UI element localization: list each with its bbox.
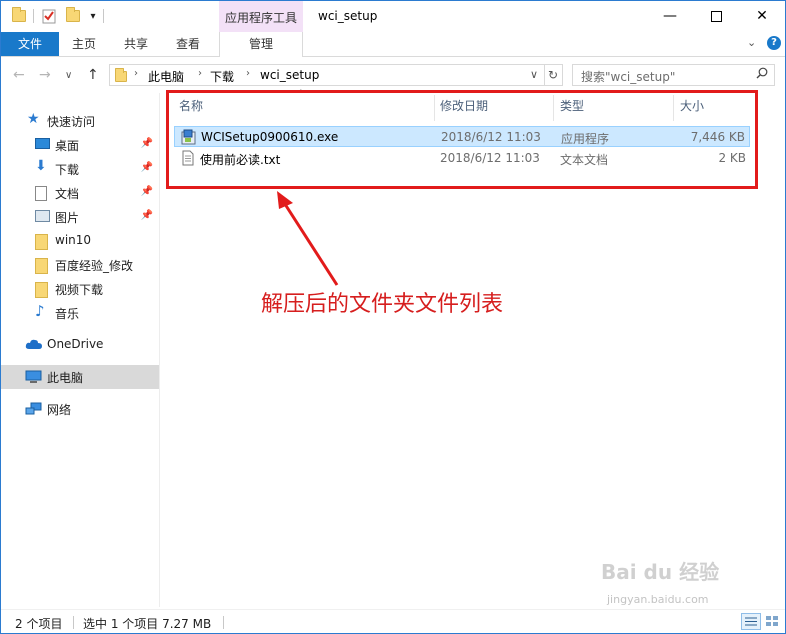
sidebar-item-label: 文档 — [55, 187, 80, 201]
sidebar-item-label: 快速访问 — [47, 115, 96, 129]
status-selection: 选中 1 个项目 7.27 MB — [83, 617, 212, 631]
search-placeholder: 搜索"wci_setup" — [581, 70, 676, 84]
download-arrow-icon: ⬇ — [35, 158, 47, 174]
sidebar-item-documents[interactable]: 文档 📌 — [1, 181, 159, 205]
network-icon — [25, 402, 42, 416]
address-dropdown-icon[interactable]: ∨ — [530, 68, 538, 81]
minimize-button[interactable]: — — [647, 1, 693, 31]
pictures-icon — [35, 210, 51, 224]
title-bar: ▾ 应用程序工具 wci_setup — ✕ — [1, 1, 785, 57]
toolbar-divider — [33, 9, 34, 23]
folder-icon — [11, 7, 27, 25]
sidebar-item-label: 网络 — [47, 403, 72, 417]
close-button[interactable]: ✕ — [739, 1, 785, 31]
annotation-arrow-icon — [277, 191, 339, 286]
folder-icon — [35, 234, 51, 250]
breadcrumb-chevron-icon[interactable]: › — [134, 68, 138, 79]
breadcrumb-current[interactable]: wci_setup — [260, 68, 319, 82]
pin-icon[interactable]: 📌 — [141, 186, 153, 197]
back-icon[interactable]: ← — [13, 67, 25, 83]
annotation-highlight-box — [166, 90, 758, 189]
context-tab-label: 应用程序工具 — [224, 11, 297, 25]
music-note-icon: ♪ — [35, 302, 45, 320]
status-item-count: 2 个项目 — [15, 617, 63, 631]
status-bar: 2 个项目 选中 1 个项目 7.27 MB — [1, 609, 785, 633]
ribbon-tabs: 文件 主页 共享 查看 管理 ⌄ ? — [1, 32, 785, 57]
details-view-button[interactable] — [741, 613, 761, 630]
sidebar-item-downloads[interactable]: ⬇ 下载 📌 — [1, 157, 159, 181]
address-divider — [544, 65, 545, 85]
folder-icon — [35, 258, 51, 274]
explorer-window: ▾ 应用程序工具 wci_setup — ✕ 文件 主页 共享 查看 管理 ⌄ … — [0, 0, 786, 634]
folder-icon — [35, 282, 51, 298]
recent-locations-icon[interactable]: ∨ — [65, 70, 72, 81]
forward-icon[interactable]: → — [39, 67, 51, 83]
sidebar-item-win10[interactable]: win10 — [1, 229, 159, 253]
breadcrumb-thispc[interactable]: 此电脑 — [148, 68, 184, 85]
status-divider — [223, 616, 224, 629]
breadcrumb-chevron-icon[interactable]: › — [246, 68, 250, 79]
address-bar[interactable]: › 此电脑 › 下载 › wci_setup ∨ ↻ — [109, 64, 563, 86]
sidebar-item-label: 图片 — [55, 211, 80, 225]
sidebar-item-label: 音乐 — [55, 307, 80, 321]
customize-toolbar-icon[interactable]: ▾ — [85, 7, 101, 25]
document-icon — [35, 186, 51, 201]
large-icons-view-button[interactable] — [763, 613, 783, 630]
sidebar-item-network[interactable]: 网络 — [1, 397, 159, 421]
sidebar-item-pictures[interactable]: 图片 📌 — [1, 205, 159, 229]
sidebar-item-desktop[interactable]: 桌面 📌 — [1, 133, 159, 157]
sidebar-item-label: OneDrive — [47, 337, 104, 351]
window-title: wci_setup — [318, 9, 378, 23]
tab-manage[interactable]: 管理 — [219, 32, 303, 57]
pin-icon[interactable]: 📌 — [141, 162, 153, 173]
tab-home[interactable]: 主页 — [61, 32, 107, 56]
pin-icon[interactable]: 📌 — [141, 210, 153, 221]
navigation-pane: ★ 快速访问 桌面 📌 ⬇ 下载 📌 文档 📌 图片 📌 win10 百度经验_… — [1, 101, 159, 607]
search-input[interactable]: 搜索"wci_setup" — [572, 64, 775, 86]
pin-icon[interactable]: 📌 — [141, 138, 153, 149]
tab-view[interactable]: 查看 — [165, 32, 211, 56]
properties-icon[interactable] — [41, 7, 57, 25]
sidebar-item-label: 桌面 — [55, 139, 80, 153]
maximize-button[interactable] — [693, 1, 739, 31]
up-icon[interactable]: ↑ — [87, 67, 99, 83]
sidebar-item-quick-access[interactable]: ★ 快速访问 — [1, 109, 159, 133]
pane-splitter[interactable] — [159, 93, 160, 607]
watermark-logo: Bai du 经验 — [601, 560, 720, 584]
sidebar-item-music[interactable]: ♪ 音乐 — [1, 301, 159, 325]
sidebar-item-label: win10 — [55, 233, 92, 247]
expand-ribbon-icon[interactable]: ⌄ — [747, 36, 756, 49]
tab-share[interactable]: 共享 — [113, 32, 159, 56]
help-icon[interactable]: ? — [767, 36, 781, 50]
watermark-url: jingyan.baidu.com — [607, 593, 709, 606]
desktop-icon — [35, 138, 51, 152]
tab-file[interactable]: 文件 — [1, 32, 59, 56]
toolbar-divider — [103, 9, 104, 23]
sidebar-item-label: 视频下载 — [55, 283, 104, 297]
sidebar-item-label: 下载 — [55, 163, 80, 177]
sidebar-item-video-downloads[interactable]: 视频下载 — [1, 277, 159, 301]
sidebar-item-thispc[interactable]: 此电脑 — [1, 365, 159, 389]
star-icon: ★ — [27, 111, 40, 127]
refresh-icon[interactable]: ↻ — [548, 68, 558, 82]
cloud-icon — [25, 338, 42, 352]
new-folder-icon[interactable] — [65, 7, 81, 25]
computer-icon — [25, 370, 42, 384]
sidebar-item-label: 此电脑 — [47, 371, 84, 385]
sidebar-item-onedrive[interactable]: OneDrive — [1, 333, 159, 357]
breadcrumb-downloads[interactable]: 下载 — [210, 68, 234, 85]
folder-icon — [115, 68, 127, 82]
search-icon[interactable] — [756, 67, 768, 83]
status-divider — [73, 616, 74, 629]
breadcrumb-chevron-icon[interactable]: › — [198, 68, 202, 79]
sidebar-item-label: 百度经验_修改 — [55, 259, 134, 273]
annotation-caption: 解压后的文件夹文件列表 — [261, 292, 504, 317]
sidebar-item-baidu-edit[interactable]: 百度经验_修改 — [1, 253, 159, 277]
